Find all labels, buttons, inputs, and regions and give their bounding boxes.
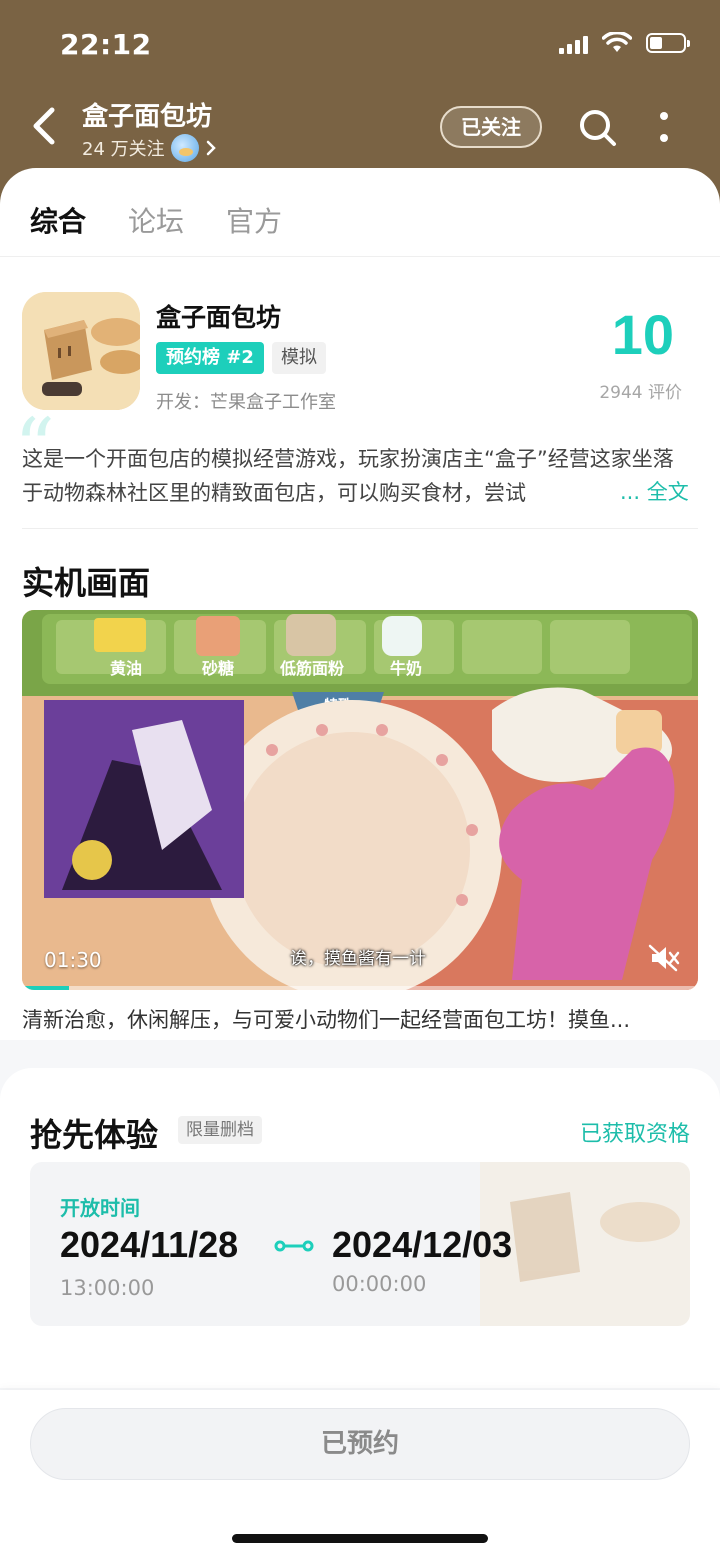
read-more-link[interactable]: ... 全文: [616, 476, 689, 506]
app-info: 盒子面包坊 预约榜 #2 模拟 开发：芒果盒子工作室 10 2944 评价: [22, 292, 702, 414]
rating-score: 10: [611, 303, 674, 366]
section-title-screenshots: 实机画面: [22, 564, 151, 602]
app-header: 盒子面包坊 24 万关注 已关注: [0, 90, 720, 170]
signal-icon: [559, 32, 588, 54]
followers-link[interactable]: 24 万关注: [82, 134, 217, 162]
video-frame: 黄油 砂糖 低筋面粉 牛奶 特殊: [22, 610, 698, 990]
globe-icon: [170, 134, 199, 162]
start-date: 2024/11/28: [60, 1224, 239, 1265]
developer-link[interactable]: 开发：芒果盒子工作室: [156, 388, 336, 414]
video-label-flour: 低筋面粉: [279, 659, 344, 678]
mute-icon[interactable]: [648, 944, 680, 972]
link-arrow-icon: [274, 1240, 314, 1252]
bottom-action-bar: 已预约: [0, 1390, 720, 1558]
qualification-status[interactable]: 已获取资格: [580, 1116, 690, 1148]
video-duration: 01:30: [44, 948, 102, 972]
open-time-label: 开放时间: [60, 1196, 140, 1220]
main-sheet: 综合 论坛 官方 盒子面包坊 预约榜 #2 模拟 开发：芒果盒子工作室 10 2…: [0, 168, 720, 1558]
video-caption: 清新治愈，休闲解压，与可爱小动物们一起经营面包工坊！摸鱼...: [22, 1008, 631, 1032]
tab-overview[interactable]: 综合: [27, 200, 89, 240]
early-access-title: 抢先体验: [30, 1116, 159, 1154]
search-icon[interactable]: [578, 108, 618, 148]
game-description: 这是一个开面包店的模拟经营游戏，玩家扮演店主“盒子”经营这家坐落于动物森林社区里…: [22, 447, 674, 505]
wifi-icon: [602, 32, 632, 52]
header-title: 盒子面包坊: [82, 102, 213, 132]
status-icons: [559, 32, 690, 54]
rating-count[interactable]: 2944 评价: [599, 378, 682, 403]
battery-icon: [646, 33, 690, 53]
video-progress[interactable]: [22, 986, 698, 990]
more-vertical-icon[interactable]: [652, 108, 676, 148]
followers-count: 24 万关注: [82, 139, 165, 160]
tab-official[interactable]: 官方: [226, 200, 282, 240]
video-label-sugar: 砂糖: [202, 659, 234, 678]
rank-badge[interactable]: 预约榜 #2: [156, 342, 264, 374]
genre-tag[interactable]: 模拟: [272, 342, 326, 374]
video-label-milk: 牛奶: [390, 659, 422, 678]
app-icon[interactable]: [22, 292, 140, 410]
end-time: 00:00:00: [332, 1272, 427, 1296]
video-subtitle: 诶，摸鱼酱有一计: [290, 949, 426, 969]
reserved-button[interactable]: 已预约: [30, 1408, 690, 1480]
divider: [22, 528, 698, 529]
early-access-card: 抢先体验 限量删档 已获取资格 开放时间 2024/11/28 13:00:00…: [0, 1068, 720, 1388]
video-player[interactable]: 黄油 砂糖 低筋面粉 牛奶 特殊 01:30 诶，摸鱼: [22, 610, 698, 990]
open-time-card: 开放时间 2024/11/28 13:00:00 2024/12/03 00:0…: [30, 1162, 690, 1326]
tab-forum[interactable]: 论坛: [128, 200, 184, 240]
video-label-butter: 黄油: [110, 659, 142, 678]
follow-button[interactable]: 已关注: [440, 106, 542, 148]
status-time: 22:12: [60, 28, 152, 61]
app-name: 盒子面包坊: [156, 303, 282, 332]
status-bar: 22:12: [0, 0, 720, 90]
chevron-right-icon: [206, 140, 216, 156]
start-time: 13:00:00: [60, 1276, 155, 1300]
home-indicator: [232, 1534, 488, 1543]
end-date: 2024/12/03: [332, 1224, 513, 1265]
tab-bar: 综合 论坛 官方: [0, 168, 720, 257]
back-arrow-icon[interactable]: [28, 106, 62, 146]
early-access-tag: 限量删档: [178, 1116, 262, 1144]
